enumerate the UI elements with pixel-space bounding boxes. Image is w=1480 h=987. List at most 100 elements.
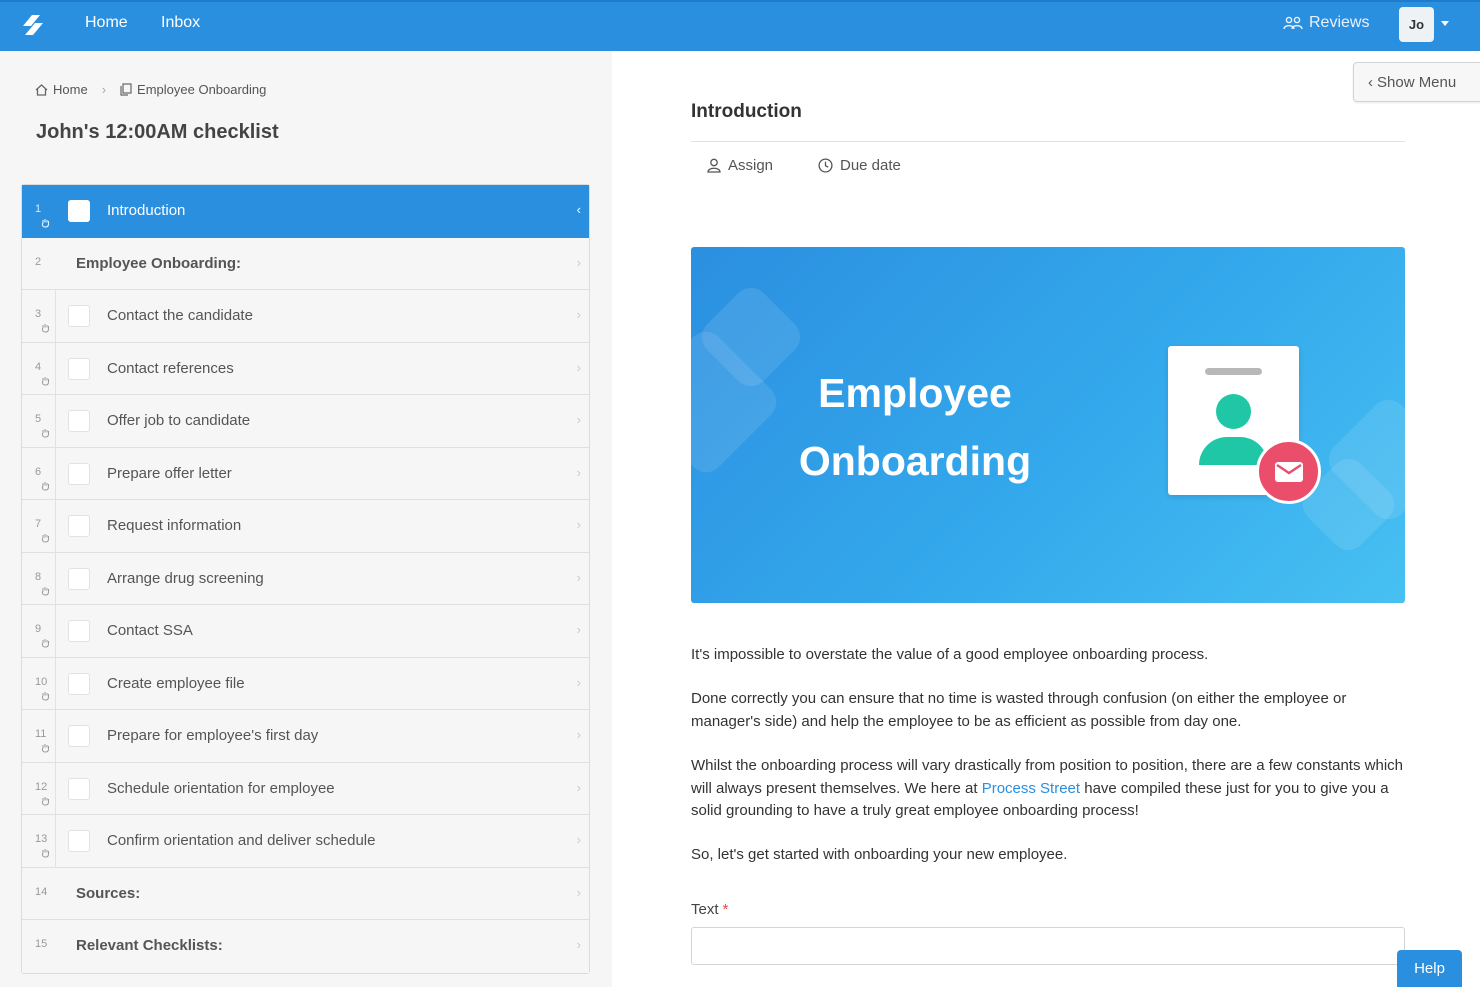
task-label: Introduction [107, 202, 186, 219]
text-field-input[interactable] [691, 927, 1405, 965]
drag-hand-icon[interactable] [41, 428, 50, 441]
breadcrumb-current[interactable]: Employee Onboarding [120, 82, 266, 97]
task-number: 7 [35, 518, 42, 530]
task-label: Schedule orientation for employee [107, 779, 335, 797]
task-label: Create employee file [107, 674, 245, 692]
due-date-label: Due date [840, 157, 901, 174]
people-icon [1283, 16, 1303, 30]
task-number: 14 [35, 885, 48, 898]
task-label: Contact SSA [107, 622, 193, 639]
assign-label: Assign [728, 157, 774, 174]
task-row[interactable]: 1 Introduction ‹ [22, 185, 589, 238]
chevron-right-icon: › [576, 412, 581, 427]
task-number: 12 [35, 780, 48, 793]
card-bar [1205, 368, 1262, 375]
task-number: 11 [35, 728, 47, 740]
clock-icon [818, 158, 833, 173]
chevron-right-icon: › [576, 307, 581, 322]
chevron-right-icon: › [576, 884, 581, 900]
drag-hand-icon[interactable] [41, 743, 50, 756]
chevron-right-icon: › [576, 359, 581, 375]
breadcrumb-chevron-icon: › [101, 82, 107, 97]
task-row[interactable]: 4 Contact references › [22, 342, 589, 395]
task-checkbox[interactable] [68, 515, 90, 537]
drag-hand-icon[interactable] [41, 638, 50, 651]
process-street-link[interactable]: Process Street [982, 780, 1080, 797]
task-checkbox[interactable] [68, 777, 90, 800]
process-street-logo-icon[interactable] [18, 10, 48, 40]
description-paragraph: It's impossible to overstate the value o… [691, 646, 1209, 663]
task-checkbox[interactable] [68, 567, 90, 590]
task-checkbox[interactable] [68, 305, 90, 327]
task-title: Introduction [691, 101, 802, 122]
drag-hand-icon[interactable] [41, 848, 50, 861]
chevron-right-icon: › [576, 674, 581, 690]
nav-inbox-link[interactable]: Inbox [161, 14, 200, 32]
breadcrumb-home[interactable]: Home [35, 82, 88, 97]
description-paragraph: Whilst the onboarding process will vary … [691, 755, 1407, 822]
assign-button[interactable]: Assign [707, 157, 773, 174]
reviews-button[interactable]: Reviews [1283, 14, 1369, 32]
task-description: It's impossible to overstate the value o… [691, 644, 1407, 889]
required-marker: * [722, 901, 729, 918]
task-checkbox[interactable] [68, 357, 90, 380]
reviews-label: Reviews [1309, 14, 1370, 31]
task-row[interactable]: 8 Arrange drug screening › [22, 552, 589, 605]
drag-hand-icon[interactable] [41, 323, 50, 336]
task-row[interactable]: 7 Request information › [22, 500, 589, 553]
nav-home-link[interactable]: Home [85, 14, 128, 32]
task-checkbox[interactable] [68, 462, 90, 485]
task-row[interactable]: 3 Contact the candidate › [22, 290, 589, 343]
show-menu-button[interactable]: ‹ Show Menu [1353, 62, 1480, 102]
task-number: 8 [35, 570, 42, 583]
drag-hand-icon[interactable] [41, 218, 50, 231]
breadcrumb-home-label: Home [53, 82, 88, 97]
task-row[interactable]: 11 Prepare for employee's first day › [22, 710, 589, 763]
due-date-button[interactable]: Due date [818, 157, 901, 174]
task-row[interactable]: 6 Prepare offer letter › [22, 447, 589, 500]
task-checkbox[interactable] [68, 200, 90, 222]
task-checkbox[interactable] [68, 672, 90, 695]
user-menu-caret-icon[interactable] [1441, 21, 1449, 26]
task-checkbox[interactable] [68, 830, 90, 852]
chevron-right-icon: › [576, 622, 581, 637]
task-row[interactable]: 12 Schedule orientation for employee › [22, 762, 589, 815]
task-checkbox[interactable] [68, 725, 90, 747]
chevron-right-icon: › [576, 517, 581, 532]
chevron-right-icon: › [576, 464, 581, 480]
drag-hand-icon[interactable] [41, 586, 50, 599]
chevron-right-icon: › [576, 779, 581, 795]
task-row[interactable]: 15 Relevant Checklists: › [22, 920, 589, 973]
task-row[interactable]: 5 Offer job to candidate › [22, 395, 589, 448]
task-row[interactable]: 10 Create employee file › [22, 657, 589, 710]
task-number: 2 [35, 255, 42, 268]
task-label: Contact the candidate [107, 307, 253, 324]
person-head-icon [1216, 394, 1251, 429]
task-row[interactable]: 14 Sources: › [22, 867, 589, 920]
drag-hand-icon[interactable] [41, 533, 50, 546]
banner-title-line2: Onboarding [798, 438, 1032, 484]
task-row[interactable]: 2 Employee Onboarding: › [22, 237, 589, 290]
help-button[interactable]: Help [1397, 950, 1462, 987]
top-navbar: Home Inbox Reviews Jo [0, 0, 1480, 51]
task-number: 15 [35, 938, 48, 950]
task-checkbox[interactable] [68, 410, 90, 432]
text-field-label-text: Text [691, 901, 719, 918]
drag-hand-icon[interactable] [41, 796, 50, 809]
task-checkbox[interactable] [68, 620, 90, 642]
drag-hand-icon[interactable] [41, 376, 50, 389]
task-row[interactable]: 9 Contact SSA › [22, 605, 589, 658]
checklist-title: John's 12:00AM checklist [36, 121, 279, 143]
title-divider [691, 141, 1405, 142]
drag-hand-icon[interactable] [41, 691, 50, 704]
task-number: 9 [35, 623, 42, 635]
chevron-right-icon: › [576, 937, 581, 952]
home-icon [35, 83, 48, 96]
task-number: 5 [35, 413, 42, 425]
user-avatar[interactable]: Jo [1399, 7, 1434, 42]
task-heading-label: Employee Onboarding: [76, 254, 242, 272]
task-number: 3 [35, 308, 42, 320]
drag-hand-icon[interactable] [41, 481, 50, 494]
task-row[interactable]: 13 Confirm orientation and deliver schedu… [22, 815, 589, 868]
task-list: 1 Introduction ‹ 2 Employee Onboarding: › 3 Con… [21, 184, 590, 974]
